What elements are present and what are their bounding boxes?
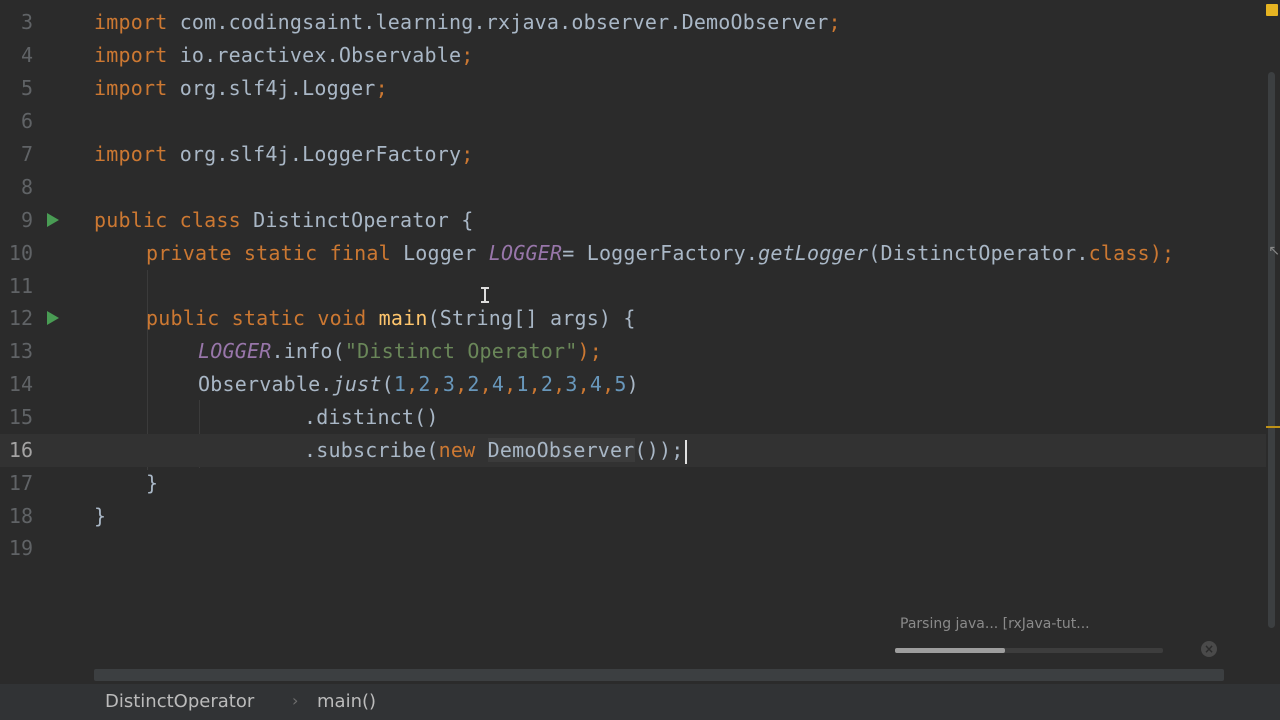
code-line-10[interactable]: 10 private static final Logger LOGGER= L… (0, 237, 1266, 270)
code-line-7[interactable]: 7 import org.slf4j.LoggerFactory; (0, 138, 1266, 171)
breadcrumb-separator-icon: › (292, 691, 299, 710)
code-text: } (94, 504, 107, 528)
code-line-13[interactable]: 13 LOGGER.info("Distinct Operator"); (0, 335, 1266, 368)
code-text: public class DistinctOperator { (94, 208, 474, 232)
line-number: 7 (20, 142, 33, 166)
mouse-ibeam-cursor-icon (481, 287, 489, 303)
code-line-4[interactable]: 4 import io.reactivex.Observable; (0, 39, 1266, 72)
code-line-6[interactable]: 6 (0, 105, 1266, 138)
line-number: 5 (20, 76, 33, 100)
breadcrumb: DistinctOperator › main() (0, 684, 1280, 720)
code-line-16-current[interactable]: 16 .subscribe(new DemoObserver()); (0, 434, 1266, 467)
code-line-19[interactable]: 19 (0, 532, 1266, 565)
code-text: import com.codingsaint.learning.rxjava.o… (94, 10, 841, 34)
code-line-5[interactable]: 5 import org.slf4j.Logger; (0, 72, 1266, 105)
code-text: public static void main(String[] args) { (146, 306, 636, 330)
line-number: 16 (8, 438, 33, 462)
background-task-progress (895, 648, 1163, 653)
code-text: Observable.just(1,2,3,2,4,1,2,3,4,5) (198, 372, 639, 396)
line-number: 9 (20, 208, 33, 232)
code-text: import org.slf4j.LoggerFactory; (94, 142, 474, 166)
scroll-hint-icon: ↖ (1268, 243, 1280, 259)
line-number: 18 (8, 504, 33, 528)
code-text: .distinct() (304, 405, 439, 429)
cancel-task-icon[interactable]: × (1201, 641, 1217, 657)
line-number: 15 (8, 405, 33, 429)
code-line-17[interactable]: 17 } (0, 467, 1266, 500)
breadcrumb-item-method[interactable]: main() (317, 691, 376, 712)
line-number: 10 (8, 241, 33, 265)
line-number: 6 (20, 109, 33, 133)
line-number: 17 (8, 471, 33, 495)
code-editor[interactable]: 3 import com.codingsaint.learning.rxjava… (0, 0, 1280, 684)
line-number: 11 (8, 274, 33, 298)
code-line-15[interactable]: 15 .distinct() (0, 401, 1266, 434)
code-text: } (146, 471, 159, 495)
horizontal-scrollbar[interactable] (94, 669, 1224, 681)
line-number: 13 (8, 339, 33, 363)
code-line-12[interactable]: 12 public static void main(String[] args… (0, 302, 1266, 335)
code-line-9[interactable]: 9 public class DistinctOperator { (0, 204, 1266, 237)
run-gutter-icon[interactable] (47, 311, 59, 325)
error-stripe-marker[interactable] (1266, 426, 1280, 428)
code-line-14[interactable]: 14 Observable.just(1,2,3,2,4,1,2,3,4,5) (0, 368, 1266, 401)
code-text: .subscribe(new DemoObserver()); (304, 434, 687, 467)
code-line-8[interactable]: 8 (0, 171, 1266, 204)
code-line-3[interactable]: 3 import com.codingsaint.learning.rxjava… (0, 6, 1266, 39)
code-text: private static final Logger LOGGER= Logg… (146, 241, 1175, 265)
text-caret (684, 439, 687, 464)
code-text: import org.slf4j.Logger; (94, 76, 388, 100)
background-task-status[interactable]: Parsing java... [rxJava-tut... (900, 616, 1090, 632)
line-number: 19 (8, 536, 33, 560)
line-number: 14 (8, 372, 33, 396)
line-number: 4 (20, 43, 33, 67)
code-text: LOGGER.info("Distinct Operator"); (198, 339, 602, 363)
line-number: 8 (20, 175, 33, 199)
progress-fill (895, 648, 1005, 653)
run-gutter-icon[interactable] (47, 213, 59, 227)
vertical-scrollbar[interactable] (1268, 72, 1275, 628)
line-number: 12 (8, 306, 33, 330)
code-line-11[interactable]: 11 (0, 270, 1266, 303)
code-text: import io.reactivex.Observable; (94, 43, 474, 67)
breadcrumb-item-class[interactable]: DistinctOperator (105, 691, 254, 712)
warning-marker-icon[interactable] (1266, 4, 1278, 16)
line-number: 3 (20, 10, 33, 34)
code-line-18[interactable]: 18 } (0, 500, 1266, 533)
